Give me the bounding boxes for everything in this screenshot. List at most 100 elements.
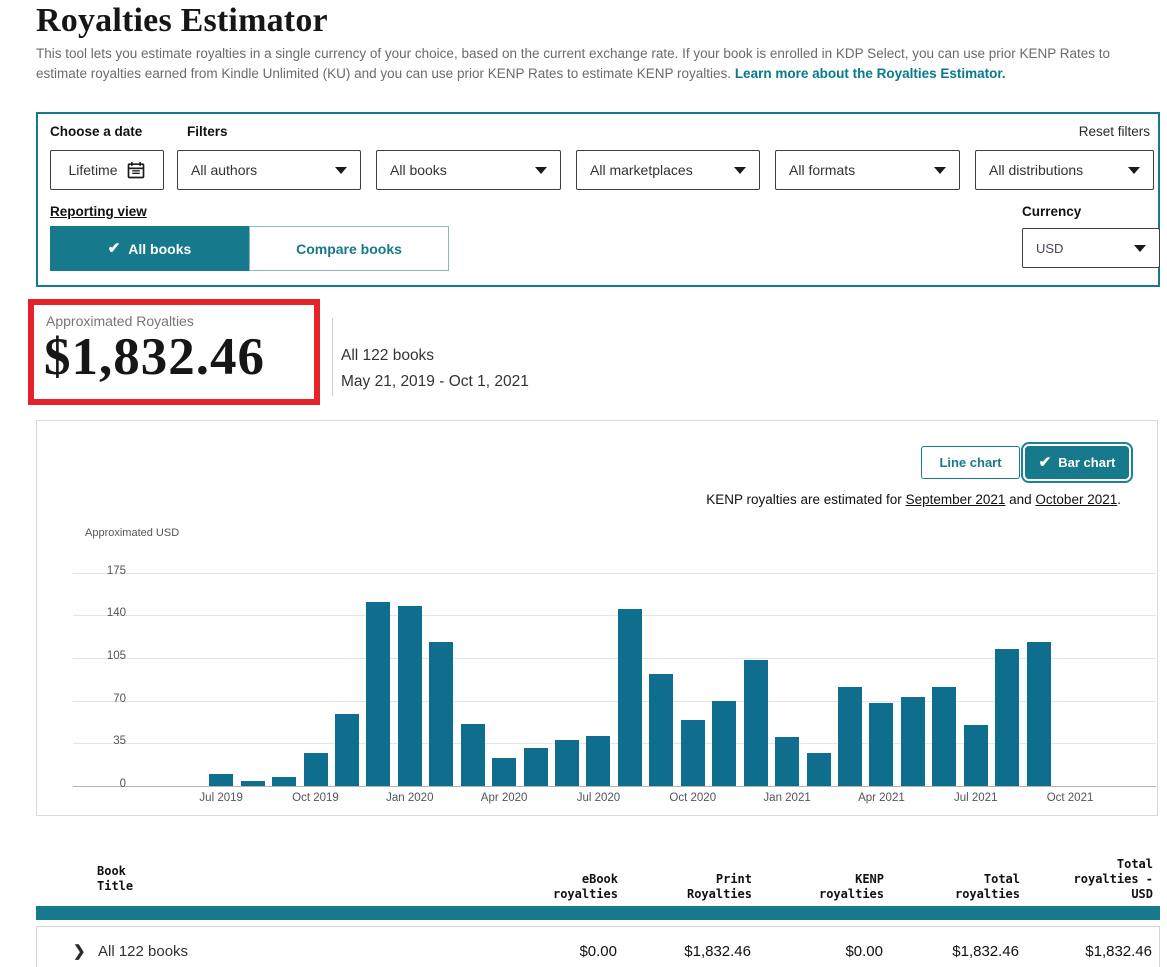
summary-divider xyxy=(332,318,333,396)
reporting-view-label[interactable]: Reporting view xyxy=(50,204,147,219)
all-books-toggle-label: All books xyxy=(128,241,191,257)
bar-jul-2021[interactable] xyxy=(964,725,988,786)
bar-aug-2021[interactable] xyxy=(995,649,1019,786)
chevron-down-icon xyxy=(335,167,347,174)
bar-mar-2021[interactable] xyxy=(838,687,862,786)
bar-feb-2020[interactable] xyxy=(429,642,453,786)
formats-filter-value: All formats xyxy=(789,162,855,178)
bar-oct-2019[interactable] xyxy=(304,753,328,786)
bar-sep-2020[interactable] xyxy=(649,674,673,786)
september-2021-link[interactable]: September 2021 xyxy=(906,492,1006,507)
y-tick-label-0: 0 xyxy=(86,778,126,790)
bar-chart-button-label: Bar chart xyxy=(1058,455,1115,470)
bar-dec-2019[interactable] xyxy=(366,602,390,786)
marketplaces-filter-dropdown[interactable]: All marketplaces xyxy=(576,150,760,190)
cell-ebook-royalties: $0.00 xyxy=(477,943,617,960)
summary-books-count: All 122 books xyxy=(341,347,434,365)
kenp-note-text: . xyxy=(1117,492,1121,507)
authors-filter-dropdown[interactable]: All authors xyxy=(177,150,361,190)
distributions-filter-value: All distributions xyxy=(989,162,1083,178)
bar-aug-2020[interactable] xyxy=(618,609,642,786)
october-2021-link[interactable]: October 2021 xyxy=(1035,492,1117,507)
distributions-filter-dropdown[interactable]: All distributions xyxy=(975,150,1154,190)
column-header-total-royalties: Total royalties xyxy=(884,872,1020,902)
y-tick-label-35: 35 xyxy=(86,735,126,747)
chevron-down-icon xyxy=(734,167,746,174)
bar-may-2020[interactable] xyxy=(524,748,548,786)
bar-apr-2020[interactable] xyxy=(492,758,516,786)
bar-chart-button[interactable]: ✔ Bar chart xyxy=(1025,446,1129,479)
royalties-estimator-page: Royalties Estimator This tool lets you e… xyxy=(0,0,1167,967)
column-header-book-title: Book Title xyxy=(36,854,478,894)
checkmark-icon: ✔ xyxy=(108,241,121,256)
kenp-estimate-note: KENP royalties are estimated for Septemb… xyxy=(706,492,1121,507)
x-tick-label-apr-2021: Apr 2021 xyxy=(844,792,918,804)
cell-kenp-royalties: $0.00 xyxy=(751,943,883,960)
chevron-down-icon xyxy=(535,167,547,174)
royalties-table-header: Book Title eBook royalties Print Royalti… xyxy=(36,846,1160,902)
bar-sep-2021[interactable] xyxy=(1027,642,1051,786)
cell-total-royalties: $1,832.46 xyxy=(883,943,1019,960)
line-chart-button-label: Line chart xyxy=(939,455,1001,470)
reset-filters-button[interactable]: Reset filters xyxy=(1079,124,1150,139)
bar-nov-2019[interactable] xyxy=(335,714,359,786)
summary-date-range: May 21, 2019 - Oct 1, 2021 xyxy=(341,373,529,391)
bar-mar-2020[interactable] xyxy=(461,724,485,786)
y-tick-label-105: 105 xyxy=(86,650,126,662)
line-chart-button[interactable]: Line chart xyxy=(921,446,1020,479)
gridline-y-140 xyxy=(73,615,1156,616)
authors-filter-value: All authors xyxy=(191,162,257,178)
compare-books-toggle-button[interactable]: Compare books xyxy=(249,226,449,271)
date-range-picker[interactable]: Lifetime xyxy=(50,150,164,190)
column-header-kenp-royalties: KENP royalties xyxy=(752,872,884,902)
gridline-y-70 xyxy=(73,701,1156,702)
currency-dropdown[interactable]: USD xyxy=(1022,228,1160,268)
x-tick-label-jul-2021: Jul 2021 xyxy=(939,792,1013,804)
bar-sep-2019[interactable] xyxy=(272,777,296,786)
bar-apr-2021[interactable] xyxy=(869,703,893,786)
learn-more-link[interactable]: Learn more about the Royalties Estimator… xyxy=(735,66,1006,81)
kenp-note-text: KENP royalties are estimated for xyxy=(706,492,905,507)
bar-jan-2021[interactable] xyxy=(775,737,799,786)
page-title: Royalties Estimator xyxy=(36,2,328,40)
compare-books-toggle-label: Compare books xyxy=(296,241,402,257)
bar-jan-2020[interactable] xyxy=(398,606,422,786)
column-header-total-royalties-usd: Total royalties - USD xyxy=(1020,857,1153,902)
row-expander-chevron-icon[interactable]: ❯ xyxy=(73,942,98,960)
bar-oct-2020[interactable] xyxy=(681,720,705,786)
checkmark-icon: ✔ xyxy=(1039,455,1052,470)
column-header-ebook-royalties: eBook royalties xyxy=(478,872,618,902)
currency-label: Currency xyxy=(1022,204,1081,219)
gridline-y-0 xyxy=(73,786,1156,787)
bar-may-2021[interactable] xyxy=(901,697,925,786)
bar-dec-2020[interactable] xyxy=(744,660,768,786)
approximated-royalties-highlight-box: Approximated Royalties $1,832.46 xyxy=(28,299,320,405)
row-title: All 122 books xyxy=(98,943,188,960)
formats-filter-dropdown[interactable]: All formats xyxy=(775,150,960,190)
all-books-toggle-button[interactable]: ✔ All books xyxy=(50,226,249,271)
books-filter-dropdown[interactable]: All books xyxy=(376,150,561,190)
y-tick-label-70: 70 xyxy=(86,693,126,705)
bar-feb-2021[interactable] xyxy=(807,753,831,786)
x-tick-label-oct-2019: Oct 2019 xyxy=(279,792,353,804)
date-range-value: Lifetime xyxy=(68,162,117,178)
x-tick-label-jan-2020: Jan 2020 xyxy=(373,792,447,804)
kenp-note-text: and xyxy=(1005,492,1035,507)
bar-jul-2019[interactable] xyxy=(209,774,233,786)
choose-a-date-label: Choose a date xyxy=(50,124,142,139)
gridline-y-105 xyxy=(73,658,1156,659)
bar-jun-2020[interactable] xyxy=(555,740,579,786)
currency-value: USD xyxy=(1036,241,1063,256)
bar-jun-2021[interactable] xyxy=(932,687,956,786)
x-tick-label-oct-2021: Oct 2021 xyxy=(1033,792,1107,804)
bar-jul-2020[interactable] xyxy=(586,736,610,786)
x-tick-label-apr-2020: Apr 2020 xyxy=(467,792,541,804)
gridline-y-35 xyxy=(73,743,1156,744)
bar-aug-2019[interactable] xyxy=(241,781,265,786)
y-tick-label-140: 140 xyxy=(86,607,126,619)
royalties-chart-panel: Line chart ✔ Bar chart KENP royalties ar… xyxy=(36,420,1158,816)
table-row-all-books: ❯ All 122 books $0.00 $1,832.46 $0.00 $1… xyxy=(36,926,1160,967)
bar-nov-2020[interactable] xyxy=(712,701,736,786)
marketplaces-filter-value: All marketplaces xyxy=(590,162,693,178)
approximated-royalties-amount: $1,832.46 xyxy=(44,327,265,387)
